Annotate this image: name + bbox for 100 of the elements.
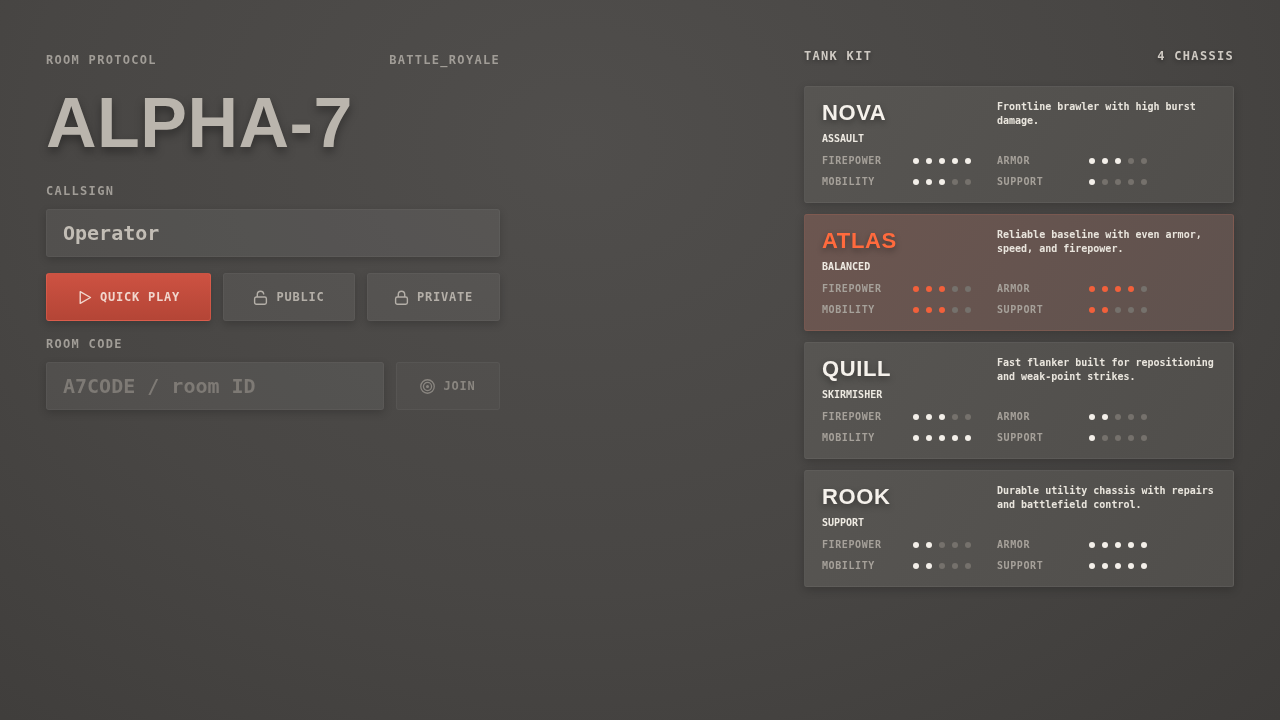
- chassis-card[interactable]: NOVA ASSAULT Frontline brawler with high burst damage. FIREPOWER ARMOR MOBILITY SUPPORT: [804, 86, 1234, 203]
- stat-label: MOBILITY: [822, 431, 875, 445]
- dot-icon: [1128, 541, 1134, 548]
- chassis-card[interactable]: QUILL SKIRMISHER Fast flanker built for repositioning and weak-point strikes. FIREPOWER ARMOR MOBILITY SUPPORT: [804, 342, 1234, 459]
- chassis-description: Reliable baseline with even armor, speed, and firepower.: [997, 228, 1203, 256]
- chassis-name: NOVA: [822, 99, 887, 127]
- dot-icon: [1102, 157, 1108, 164]
- chassis-description: Fast flanker built for repositioning and weak-point strikes.: [997, 356, 1215, 384]
- dot-icon: [1102, 434, 1108, 441]
- chassis-description: Frontline brawler with high burst damage.: [997, 100, 1197, 128]
- chassis-name: QUILL: [822, 355, 891, 383]
- dot-icon: [1089, 434, 1095, 441]
- dot-icon: [926, 541, 932, 548]
- chassis-card[interactable]: ATLAS BALANCED Reliable baseline with even armor, speed, and firepower. FIREPOWER ARMOR MOBILITY SUPPORT: [804, 214, 1234, 331]
- dot-icon: [1102, 306, 1108, 313]
- dot-icon: [965, 178, 971, 185]
- chassis-role: BALANCED: [822, 260, 871, 274]
- dot-icon: [1089, 178, 1095, 185]
- stat-label: SUPPORT: [997, 303, 1044, 317]
- stat-label: ARMOR: [997, 410, 1031, 424]
- dot-icon: [1115, 306, 1121, 313]
- dot-icon: [965, 413, 971, 420]
- dot-icon: [952, 434, 958, 441]
- dot-icon: [965, 541, 971, 548]
- dot-icon: [965, 434, 971, 441]
- dot-icon: [1128, 178, 1134, 185]
- dot-icon: [952, 562, 958, 569]
- dot-icon: [913, 434, 919, 441]
- dot-icon: [913, 413, 919, 420]
- dot-icon: [939, 541, 945, 548]
- dot-icon: [939, 434, 945, 441]
- dot-icon: [965, 157, 971, 164]
- dot-icon: [1102, 413, 1108, 420]
- room-code-label: ROOM CODE: [46, 336, 123, 352]
- dot-icon: [1115, 434, 1121, 441]
- dot-icon: [1115, 413, 1121, 420]
- dot-icon: [1115, 541, 1121, 548]
- dot-icon: [1141, 285, 1147, 292]
- dot-icon: [952, 413, 958, 420]
- stat-label: MOBILITY: [822, 175, 875, 189]
- dot-icon: [913, 157, 919, 164]
- dot-icon: [913, 285, 919, 292]
- dot-icon: [1102, 562, 1108, 569]
- dot-icon: [952, 306, 958, 313]
- dot-icon: [926, 285, 932, 292]
- dot-icon: [1089, 306, 1095, 313]
- dot-icon: [926, 413, 932, 420]
- dot-icon: [1115, 562, 1121, 569]
- stat-label: ARMOR: [997, 282, 1031, 296]
- dot-icon: [1102, 285, 1108, 292]
- room-action-button[interactable]: QUICK PLAY: [46, 273, 211, 321]
- chassis-role: SKIRMISHER: [822, 388, 883, 402]
- dot-icon: [1089, 562, 1095, 569]
- dot-icon: [926, 434, 932, 441]
- dot-icon: [1128, 413, 1134, 420]
- dot-icon: [965, 285, 971, 292]
- unlocked-padlock-icon: [253, 289, 269, 305]
- dot-icon: [1141, 541, 1147, 548]
- dot-icon: [1115, 285, 1121, 292]
- dot-icon: [1089, 541, 1095, 548]
- dot-icon: [952, 285, 958, 292]
- stat-label: MOBILITY: [822, 559, 875, 573]
- stat-label: FIREPOWER: [822, 538, 882, 552]
- dot-icon: [1089, 157, 1095, 164]
- dot-icon: [1128, 562, 1134, 569]
- dot-icon: [1102, 178, 1108, 185]
- dot-icon: [1115, 178, 1121, 185]
- dot-icon: [926, 178, 932, 185]
- dot-icon: [952, 541, 958, 548]
- callsign-label: CALLSIGN: [46, 183, 115, 199]
- room-action-button[interactable]: PUBLIC: [223, 273, 355, 321]
- kit-title: TANK KIT: [804, 48, 873, 64]
- dot-icon: [1141, 157, 1147, 164]
- game-mode-label: BATTLE_ROYALE: [389, 52, 500, 68]
- dot-icon: [1141, 413, 1147, 420]
- dot-icon: [913, 178, 919, 185]
- room-action-button[interactable]: PRIVATE: [367, 273, 500, 321]
- dot-icon: [1128, 434, 1134, 441]
- dot-icon: [939, 178, 945, 185]
- dot-icon: [952, 157, 958, 164]
- stat-label: MOBILITY: [822, 303, 875, 317]
- stat-label: SUPPORT: [997, 431, 1044, 445]
- dot-icon: [1128, 285, 1134, 292]
- dot-icon: [1128, 306, 1134, 313]
- dot-icon: [1089, 285, 1095, 292]
- dot-icon: [939, 306, 945, 313]
- dot-icon: [913, 541, 919, 548]
- chassis-card[interactable]: ROOK SUPPORT Durable utility chassis with repairs and battlefield control. FIREPOWER ARMOR MOBILITY SUPPORT: [804, 470, 1234, 587]
- chassis-name: ATLAS: [822, 227, 897, 255]
- dot-icon: [926, 157, 932, 164]
- chassis-name: ROOK: [822, 483, 891, 511]
- dot-icon: [1115, 157, 1121, 164]
- padlock-icon: [393, 289, 409, 305]
- room-protocol-label: ROOM PROTOCOL: [46, 52, 157, 68]
- chassis-role: SUPPORT: [822, 516, 865, 530]
- dot-icon: [1141, 306, 1147, 313]
- stat-label: ARMOR: [997, 538, 1031, 552]
- dot-icon: [926, 562, 932, 569]
- dot-icon: [952, 178, 958, 185]
- stat-label: SUPPORT: [997, 559, 1044, 573]
